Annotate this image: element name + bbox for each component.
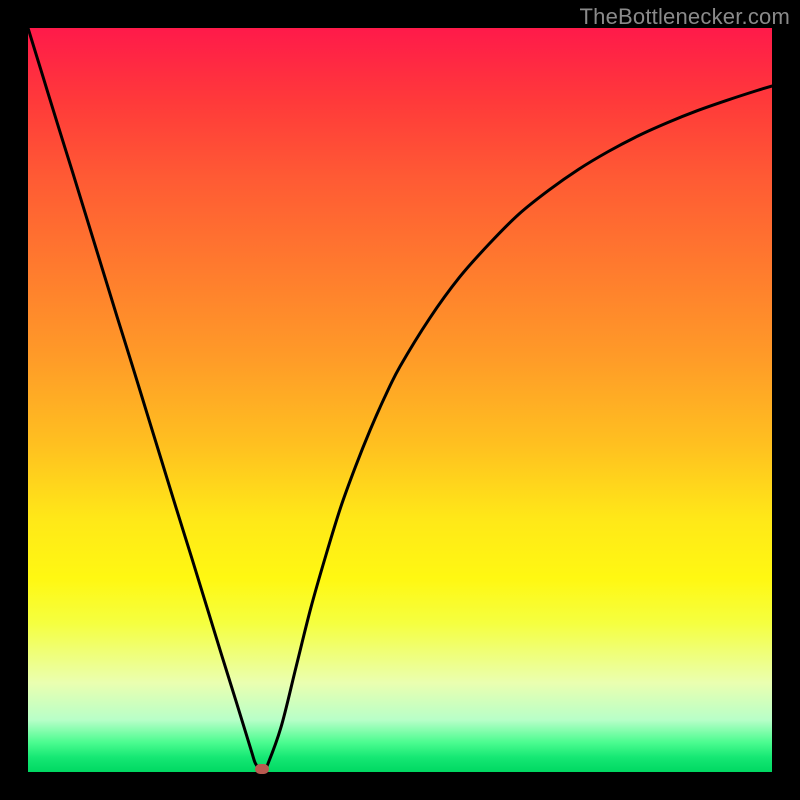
chart-stage: TheBottlenecker.com bbox=[0, 0, 800, 800]
optimum-marker bbox=[255, 764, 269, 774]
watermark-text: TheBottlenecker.com bbox=[580, 4, 790, 30]
plot-area bbox=[28, 28, 772, 772]
curve-svg bbox=[28, 28, 772, 772]
bottleneck-curve bbox=[28, 28, 772, 772]
